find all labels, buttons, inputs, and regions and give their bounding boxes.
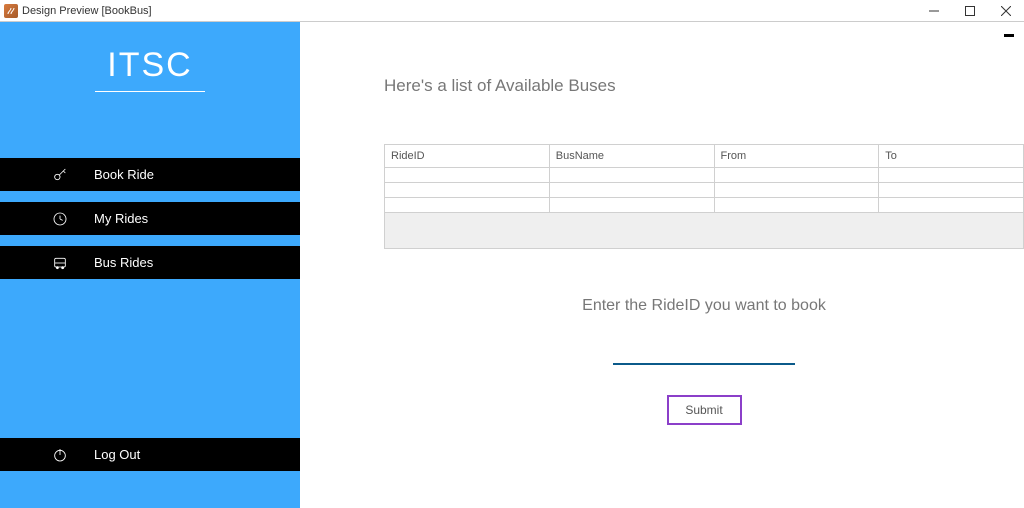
column-header-from[interactable]: From xyxy=(714,145,879,168)
sidebar-item-label: Book Ride xyxy=(94,167,154,182)
sidebar-item-label: My Rides xyxy=(94,211,148,226)
window-controls xyxy=(916,0,1024,22)
table-row[interactable] xyxy=(385,168,1024,183)
buses-table[interactable]: RideID BusName From To xyxy=(384,144,1024,213)
sidebar-item-logout[interactable]: Log Out xyxy=(0,438,300,471)
dash-icon xyxy=(1004,34,1014,37)
sidebar-item-label: Bus Rides xyxy=(94,255,153,270)
clock-icon xyxy=(50,211,70,227)
sidebar: ITSC Book Ride My Rides Bus Rides xyxy=(0,22,300,508)
window-title: Design Preview [BookBus] xyxy=(22,5,152,17)
sidebar-item-bus-rides[interactable]: Bus Rides xyxy=(0,246,300,279)
bus-icon xyxy=(50,255,70,271)
rideid-input[interactable] xyxy=(613,347,795,365)
brand-title: ITSC xyxy=(0,46,300,85)
close-button[interactable] xyxy=(988,0,1024,22)
column-header-to[interactable]: To xyxy=(879,145,1024,168)
submit-button[interactable]: Submit xyxy=(667,395,742,425)
prompt-text: Enter the RideID you want to book xyxy=(384,297,1024,315)
minimize-button[interactable] xyxy=(916,0,952,22)
power-icon xyxy=(50,447,70,463)
window-titlebar: Design Preview [BookBus] xyxy=(0,0,1024,22)
page-heading: Here's a list of Available Buses xyxy=(384,76,1024,96)
brand-underline xyxy=(95,91,205,92)
column-header-rideid[interactable]: RideID xyxy=(385,145,550,168)
maximize-button[interactable] xyxy=(952,0,988,22)
table-footer xyxy=(384,213,1024,249)
sidebar-item-label: Log Out xyxy=(94,447,140,462)
column-header-busname[interactable]: BusName xyxy=(549,145,714,168)
sidebar-item-book-ride[interactable]: Book Ride xyxy=(0,158,300,191)
app-icon xyxy=(4,4,18,18)
table-row[interactable] xyxy=(385,183,1024,198)
main-content: Here's a list of Available Buses RideID … xyxy=(300,22,1024,508)
key-icon xyxy=(50,167,70,183)
sidebar-item-my-rides[interactable]: My Rides xyxy=(0,202,300,235)
table-row[interactable] xyxy=(385,198,1024,213)
